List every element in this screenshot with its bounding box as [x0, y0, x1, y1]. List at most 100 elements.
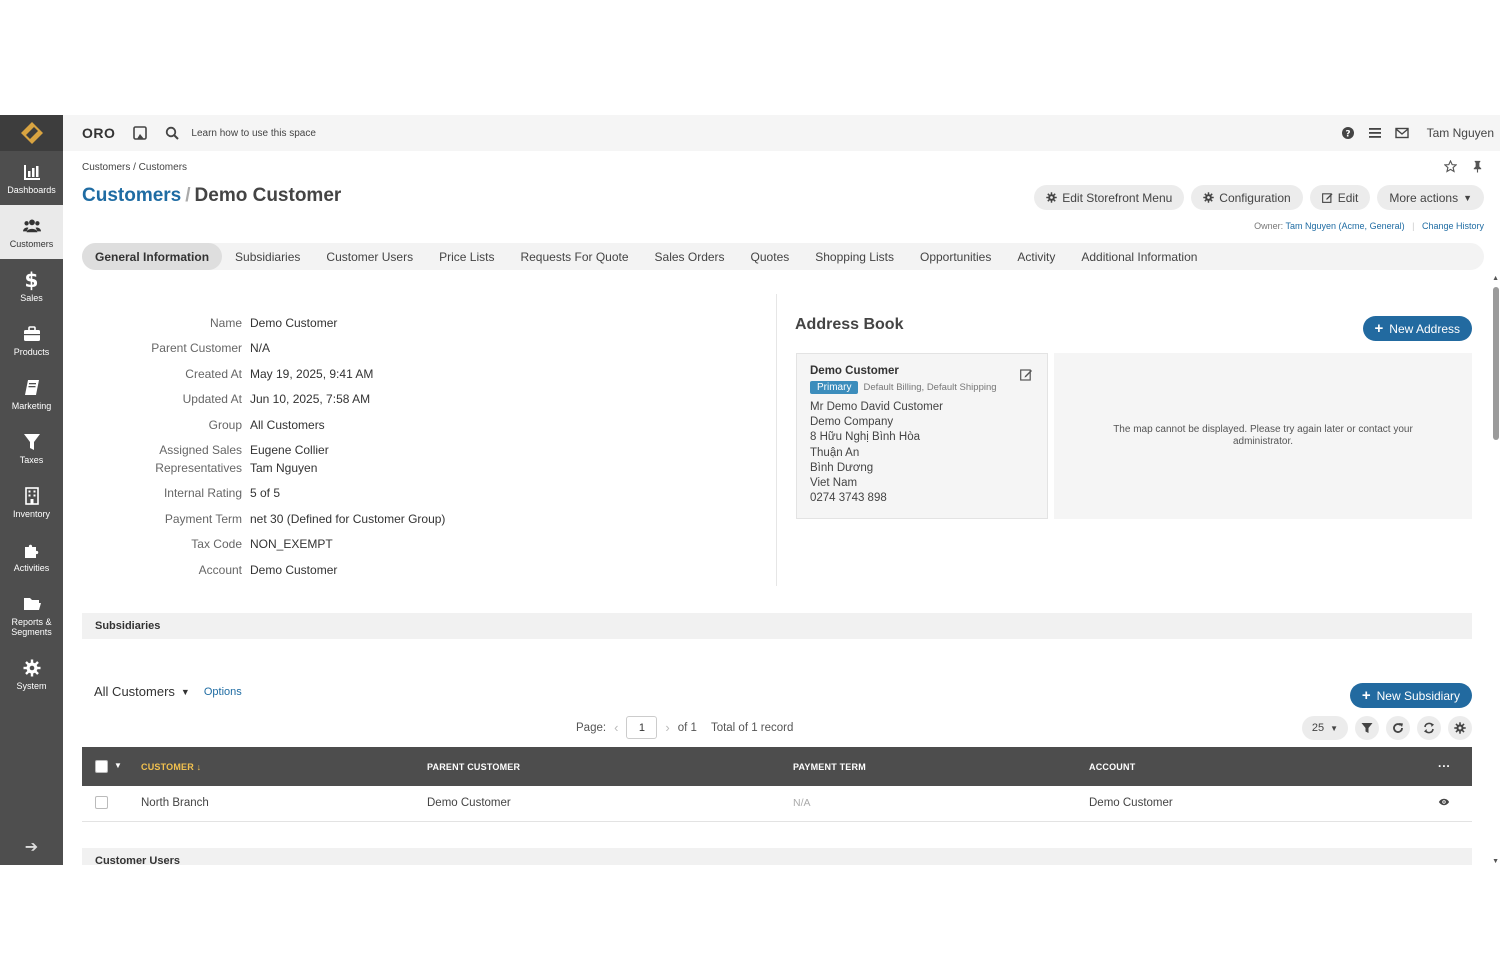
sidebar-expand-arrow-icon[interactable]: ➔	[0, 837, 63, 857]
prev-page-icon[interactable]: ‹	[614, 720, 618, 735]
tab-opportunities[interactable]: Opportunities	[907, 243, 1004, 270]
caret-down-icon[interactable]: ▼	[114, 761, 122, 770]
users-icon	[22, 215, 41, 237]
owner-link[interactable]: Tam Nguyen	[1285, 221, 1336, 231]
owner-org-general[interactable]: General	[1370, 221, 1402, 231]
puzzle-icon	[23, 539, 41, 561]
sidebar-item-customers[interactable]: Customers	[0, 205, 63, 259]
owner-label: Owner:	[1254, 221, 1284, 231]
field-value: 5 of 5	[250, 486, 281, 500]
help-icon[interactable]: ?	[1341, 126, 1355, 140]
refresh-button[interactable]	[1417, 716, 1441, 740]
sidebar-item-inventory[interactable]: Inventory	[0, 475, 63, 529]
title-section-link[interactable]: Customers	[82, 185, 181, 206]
tab-quotes[interactable]: Quotes	[738, 243, 803, 270]
sidebar-item-system[interactable]: System	[0, 647, 63, 701]
menu-icon[interactable]	[1368, 126, 1382, 140]
main-sidebar: Dashboards Customers $ Sales Products Ma…	[0, 115, 63, 865]
column-account[interactable]: ACCOUNT	[1089, 762, 1135, 772]
field-label: Name	[209, 316, 242, 330]
cell-account: Demo Customer	[1089, 797, 1173, 809]
customer-users-section-header: Customer Users	[82, 848, 1472, 865]
payment-term-link[interactable]: net 30 (Defined for Customer Group)	[250, 511, 445, 528]
sidebar-item-activities[interactable]: Activities	[0, 529, 63, 583]
tab-requests-for-quote[interactable]: Requests For Quote	[507, 243, 641, 270]
plus-icon: +	[1374, 320, 1384, 337]
grid-options-link[interactable]: Options	[204, 686, 242, 698]
tab-subsidiaries[interactable]: Subsidiaries	[222, 243, 313, 270]
next-page-icon[interactable]: ›	[665, 720, 669, 735]
total-records: Total of 1 record	[710, 721, 794, 734]
button-label: New Address	[1389, 321, 1460, 336]
address-types: Default Billing, Default Shipping	[863, 382, 997, 393]
change-history-link[interactable]: Change History	[1422, 221, 1484, 231]
filter-toggle-button[interactable]	[1355, 716, 1379, 740]
tab-customer-users[interactable]: Customer Users	[313, 243, 426, 270]
page-label: Page:	[576, 721, 607, 734]
search-icon[interactable]	[165, 126, 180, 140]
pin-icon[interactable]	[1471, 160, 1484, 173]
address-card[interactable]: Demo Customer Primary Default Billing, De…	[796, 353, 1048, 519]
sidebar-item-marketing[interactable]: Marketing	[0, 367, 63, 421]
mail-icon[interactable]	[1394, 126, 1409, 140]
tax-code-link[interactable]: NON_EXEMPT	[250, 536, 333, 553]
sidebar-item-products[interactable]: Products	[0, 313, 63, 367]
reset-button[interactable]	[1386, 716, 1410, 740]
scroll-up-icon[interactable]: ▲	[1492, 275, 1499, 282]
star-icon[interactable]	[1444, 160, 1457, 173]
bookmark-icon[interactable]	[133, 126, 148, 140]
brand-name[interactable]: ORO	[82, 125, 115, 141]
grid-view-name[interactable]: All Customers	[94, 684, 175, 699]
caret-down-icon[interactable]: ▼	[181, 687, 190, 697]
column-customer[interactable]: CUSTOMER ↓	[141, 762, 201, 772]
sidebar-item-taxes[interactable]: Taxes	[0, 421, 63, 475]
folder-icon	[23, 593, 41, 615]
sidebar-item-label: Products	[13, 347, 50, 357]
page-header-actions	[1444, 160, 1484, 173]
tab-shopping-lists[interactable]: Shopping Lists	[802, 243, 907, 270]
sidebar-item-reports[interactable]: Reports & Segments	[0, 583, 63, 647]
group-link[interactable]: All Customers	[250, 417, 325, 434]
column-parent-customer[interactable]: PARENT CUSTOMER	[427, 762, 520, 772]
address-line: Demo Company	[810, 416, 894, 429]
tab-activity[interactable]: Activity	[1004, 243, 1068, 270]
table-row[interactable]: North Branch Demo Customer N/A Demo Cust…	[82, 786, 1472, 822]
sales-rep-link[interactable]: Eugene Collier	[250, 442, 329, 459]
view-eye-icon[interactable]	[1438, 797, 1450, 810]
select-all-checkbox[interactable]	[95, 760, 108, 775]
oro-logo[interactable]	[0, 115, 63, 151]
new-address-button[interactable]: + New Address	[1362, 316, 1472, 341]
edit-address-icon[interactable]	[1020, 368, 1033, 381]
caret-down-icon: ▼	[1330, 723, 1338, 733]
new-subsidiary-button[interactable]: + New Subsidiary	[1349, 683, 1472, 708]
field-label: Account	[198, 563, 242, 577]
user-menu[interactable]: Tam Nguyen	[1427, 126, 1494, 140]
sidebar-item-dashboards[interactable]: Dashboards	[0, 151, 63, 205]
more-actions-button[interactable]: More actions ▼	[1377, 185, 1484, 210]
configuration-button[interactable]: Configuration	[1191, 185, 1303, 210]
tab-general-information[interactable]: General Information	[82, 243, 223, 270]
tab-additional-information[interactable]: Additional Information	[1068, 243, 1210, 270]
tab-sales-orders[interactable]: Sales Orders	[642, 243, 738, 270]
page-title: Customers / Demo Customer	[82, 185, 341, 207]
learn-link[interactable]: Learn how to use this space	[191, 128, 316, 139]
account-link[interactable]: Demo Customer	[250, 562, 337, 579]
tab-price-lists[interactable]: Price Lists	[426, 243, 507, 270]
edit-storefront-menu-button[interactable]: Edit Storefront Menu	[1034, 185, 1185, 210]
scrollbar-thumb[interactable]	[1493, 287, 1499, 440]
field-label: Parent Customer	[151, 341, 242, 355]
owner-org-acme[interactable]: Acme	[1342, 221, 1365, 231]
row-checkbox[interactable]	[95, 796, 108, 812]
page-size-select[interactable]: 25 ▼	[1301, 716, 1348, 740]
scroll-down-icon[interactable]: ▼	[1492, 858, 1499, 865]
column-payment-term[interactable]: PAYMENT TERM	[793, 762, 866, 772]
page-input[interactable]: 1	[626, 716, 658, 739]
edit-button[interactable]: Edit	[1309, 185, 1371, 210]
cog-icon	[1203, 192, 1215, 203]
sidebar-item-sales[interactable]: $ Sales	[0, 259, 63, 313]
grid-settings-button[interactable]	[1448, 716, 1472, 740]
page-count: of 1	[677, 721, 697, 734]
column-actions-icon[interactable]: ···	[1438, 759, 1451, 773]
sales-rep-link[interactable]: Tam Nguyen	[250, 460, 317, 477]
sidebar-item-label: System	[16, 681, 47, 691]
